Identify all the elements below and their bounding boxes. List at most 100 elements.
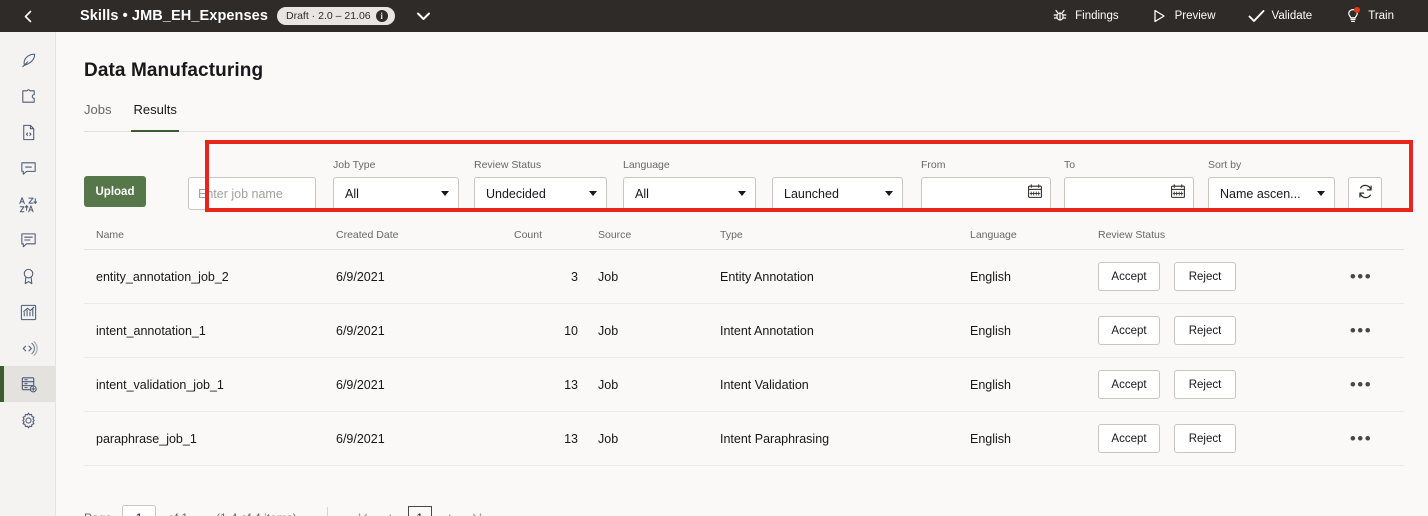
check-icon	[1248, 8, 1265, 25]
preview-button[interactable]: Preview	[1135, 0, 1232, 32]
refresh-button[interactable]	[1348, 177, 1382, 210]
cell-created-date: 6/9/2021	[336, 431, 385, 446]
page-label: Page	[84, 511, 112, 516]
to-date-field-group: To	[1064, 159, 1194, 210]
kebab-menu-icon[interactable]: •••	[1350, 268, 1372, 285]
page-total-label: of 1	[168, 511, 188, 516]
table-row[interactable]: intent_validation_job_1 6/9/2021 13 Job …	[84, 358, 1404, 412]
chevron-down-icon	[1317, 191, 1325, 196]
findings-button[interactable]: Findings	[1035, 0, 1134, 32]
tab-bar: Jobs Results	[84, 102, 1400, 132]
calendar-icon	[1170, 183, 1186, 204]
state-field-group: Launched	[772, 159, 903, 210]
first-page-icon[interactable]	[350, 505, 376, 516]
state-select[interactable]: Launched	[772, 177, 903, 210]
sidebar-item-quality[interactable]	[0, 258, 56, 294]
chevron-down-icon	[441, 191, 449, 196]
review-status-select[interactable]: Undecided	[474, 177, 607, 210]
reject-button[interactable]: Reject	[1174, 370, 1236, 399]
chevron-down-icon	[589, 191, 597, 196]
sidebar-item-insights[interactable]	[0, 294, 56, 330]
sidebar-item-components[interactable]	[0, 78, 56, 114]
pagination-divider	[326, 507, 328, 516]
from-date-field-group: From	[921, 159, 1051, 210]
upload-button[interactable]: Upload	[84, 176, 146, 207]
validate-label: Validate	[1271, 10, 1313, 22]
badge-icon	[19, 267, 38, 286]
sidebar-item-entities[interactable]	[0, 114, 56, 150]
to-date-label: To	[1064, 159, 1076, 171]
reject-button[interactable]: Reject	[1174, 424, 1236, 453]
review-status-label: Review Status	[474, 159, 542, 171]
sort-by-field-group: Sort by Name ascen...	[1208, 159, 1335, 210]
sidebar-item-api[interactable]	[0, 330, 56, 366]
back-button[interactable]	[0, 0, 56, 32]
cell-count: 13	[564, 431, 578, 446]
feather-icon	[19, 51, 38, 70]
to-date-input[interactable]	[1064, 177, 1194, 210]
from-date-input[interactable]	[921, 177, 1051, 210]
puzzle-icon	[19, 87, 38, 106]
cell-count: 3	[571, 269, 578, 284]
cell-type: Intent Paraphrasing	[720, 431, 830, 446]
cell-type: Intent Annotation	[720, 323, 814, 338]
table-row[interactable]: entity_annotation_job_2 6/9/2021 3 Job E…	[84, 250, 1404, 304]
current-page-button[interactable]: 1	[407, 506, 432, 516]
chat-list-icon	[19, 231, 38, 250]
tab-jobs[interactable]: Jobs	[84, 102, 111, 131]
version-badge[interactable]: Draft · 2.0 – 21.06 i	[277, 7, 395, 25]
reject-button[interactable]: Reject	[1174, 316, 1236, 345]
cell-review-status: Accept Reject	[1098, 424, 1318, 453]
reject-button[interactable]: Reject	[1174, 262, 1236, 291]
pagination-bar: Page 1 of 1 (1-4 of 4 items) 1	[84, 498, 1404, 516]
translate-az-icon	[18, 195, 38, 214]
train-label: Train	[1368, 10, 1394, 22]
review-status-value: Undecided	[486, 186, 546, 201]
validate-button[interactable]: Validate	[1232, 0, 1329, 32]
last-page-icon[interactable]	[464, 505, 490, 516]
play-icon	[1151, 8, 1168, 25]
page-number-input[interactable]: 1	[122, 505, 157, 516]
column-header-created-date: Created Date	[336, 228, 399, 241]
prev-page-icon[interactable]	[376, 505, 402, 516]
job-type-select[interactable]: All	[333, 177, 459, 210]
cell-count: 10	[564, 323, 578, 338]
cell-name: paraphrase_job_1	[96, 431, 197, 446]
accept-button[interactable]: Accept	[1098, 316, 1160, 345]
sidebar-item-intents[interactable]	[0, 150, 56, 186]
kebab-menu-icon[interactable]: •••	[1350, 322, 1372, 339]
language-select[interactable]: All	[623, 177, 756, 210]
tab-results[interactable]: Results	[131, 102, 180, 132]
cell-created-date: 6/9/2021	[336, 323, 385, 338]
app-root: Skills • JMB_EH_Expenses Draft · 2.0 – 2…	[0, 0, 1428, 516]
sidebar-item-data-manufacturing[interactable]	[0, 366, 56, 402]
main-content: Data Manufacturing Jobs Results Upload E…	[56, 32, 1428, 516]
table-row[interactable]: intent_annotation_1 6/9/2021 10 Job Inte…	[84, 304, 1404, 358]
top-header-bar: Skills • JMB_EH_Expenses Draft · 2.0 – 2…	[0, 0, 1428, 32]
sidebar-item-flows[interactable]	[0, 42, 56, 78]
kebab-menu-icon[interactable]: •••	[1350, 376, 1372, 393]
accept-button[interactable]: Accept	[1098, 424, 1160, 453]
train-button[interactable]: Train	[1328, 0, 1410, 32]
accept-button[interactable]: Accept	[1098, 262, 1160, 291]
header-actions: Findings Preview Validate Train	[1035, 0, 1428, 32]
gear-icon	[19, 411, 38, 430]
language-field-group: Language All	[623, 159, 756, 210]
sidebar-item-utterances[interactable]	[0, 222, 56, 258]
sidebar-item-settings[interactable]	[0, 402, 56, 438]
accept-button[interactable]: Accept	[1098, 370, 1160, 399]
version-dropdown-button[interactable]	[413, 0, 435, 32]
job-name-input[interactable]: Enter job name	[188, 177, 316, 210]
info-icon[interactable]: i	[375, 10, 388, 22]
cell-name: entity_annotation_job_2	[96, 269, 229, 284]
next-page-icon[interactable]	[438, 505, 464, 516]
cell-language: English	[970, 431, 1011, 446]
chevron-down-icon	[738, 191, 746, 196]
job-type-value: All	[345, 186, 359, 201]
items-range-label: (1-4 of 4 items)	[216, 511, 297, 516]
kebab-menu-icon[interactable]: •••	[1350, 430, 1372, 447]
sidebar-item-translation[interactable]	[0, 186, 56, 222]
from-date-label: From	[921, 159, 946, 171]
sort-by-select[interactable]: Name ascen...	[1208, 177, 1335, 210]
table-row[interactable]: paraphrase_job_1 6/9/2021 13 Job Intent …	[84, 412, 1404, 466]
